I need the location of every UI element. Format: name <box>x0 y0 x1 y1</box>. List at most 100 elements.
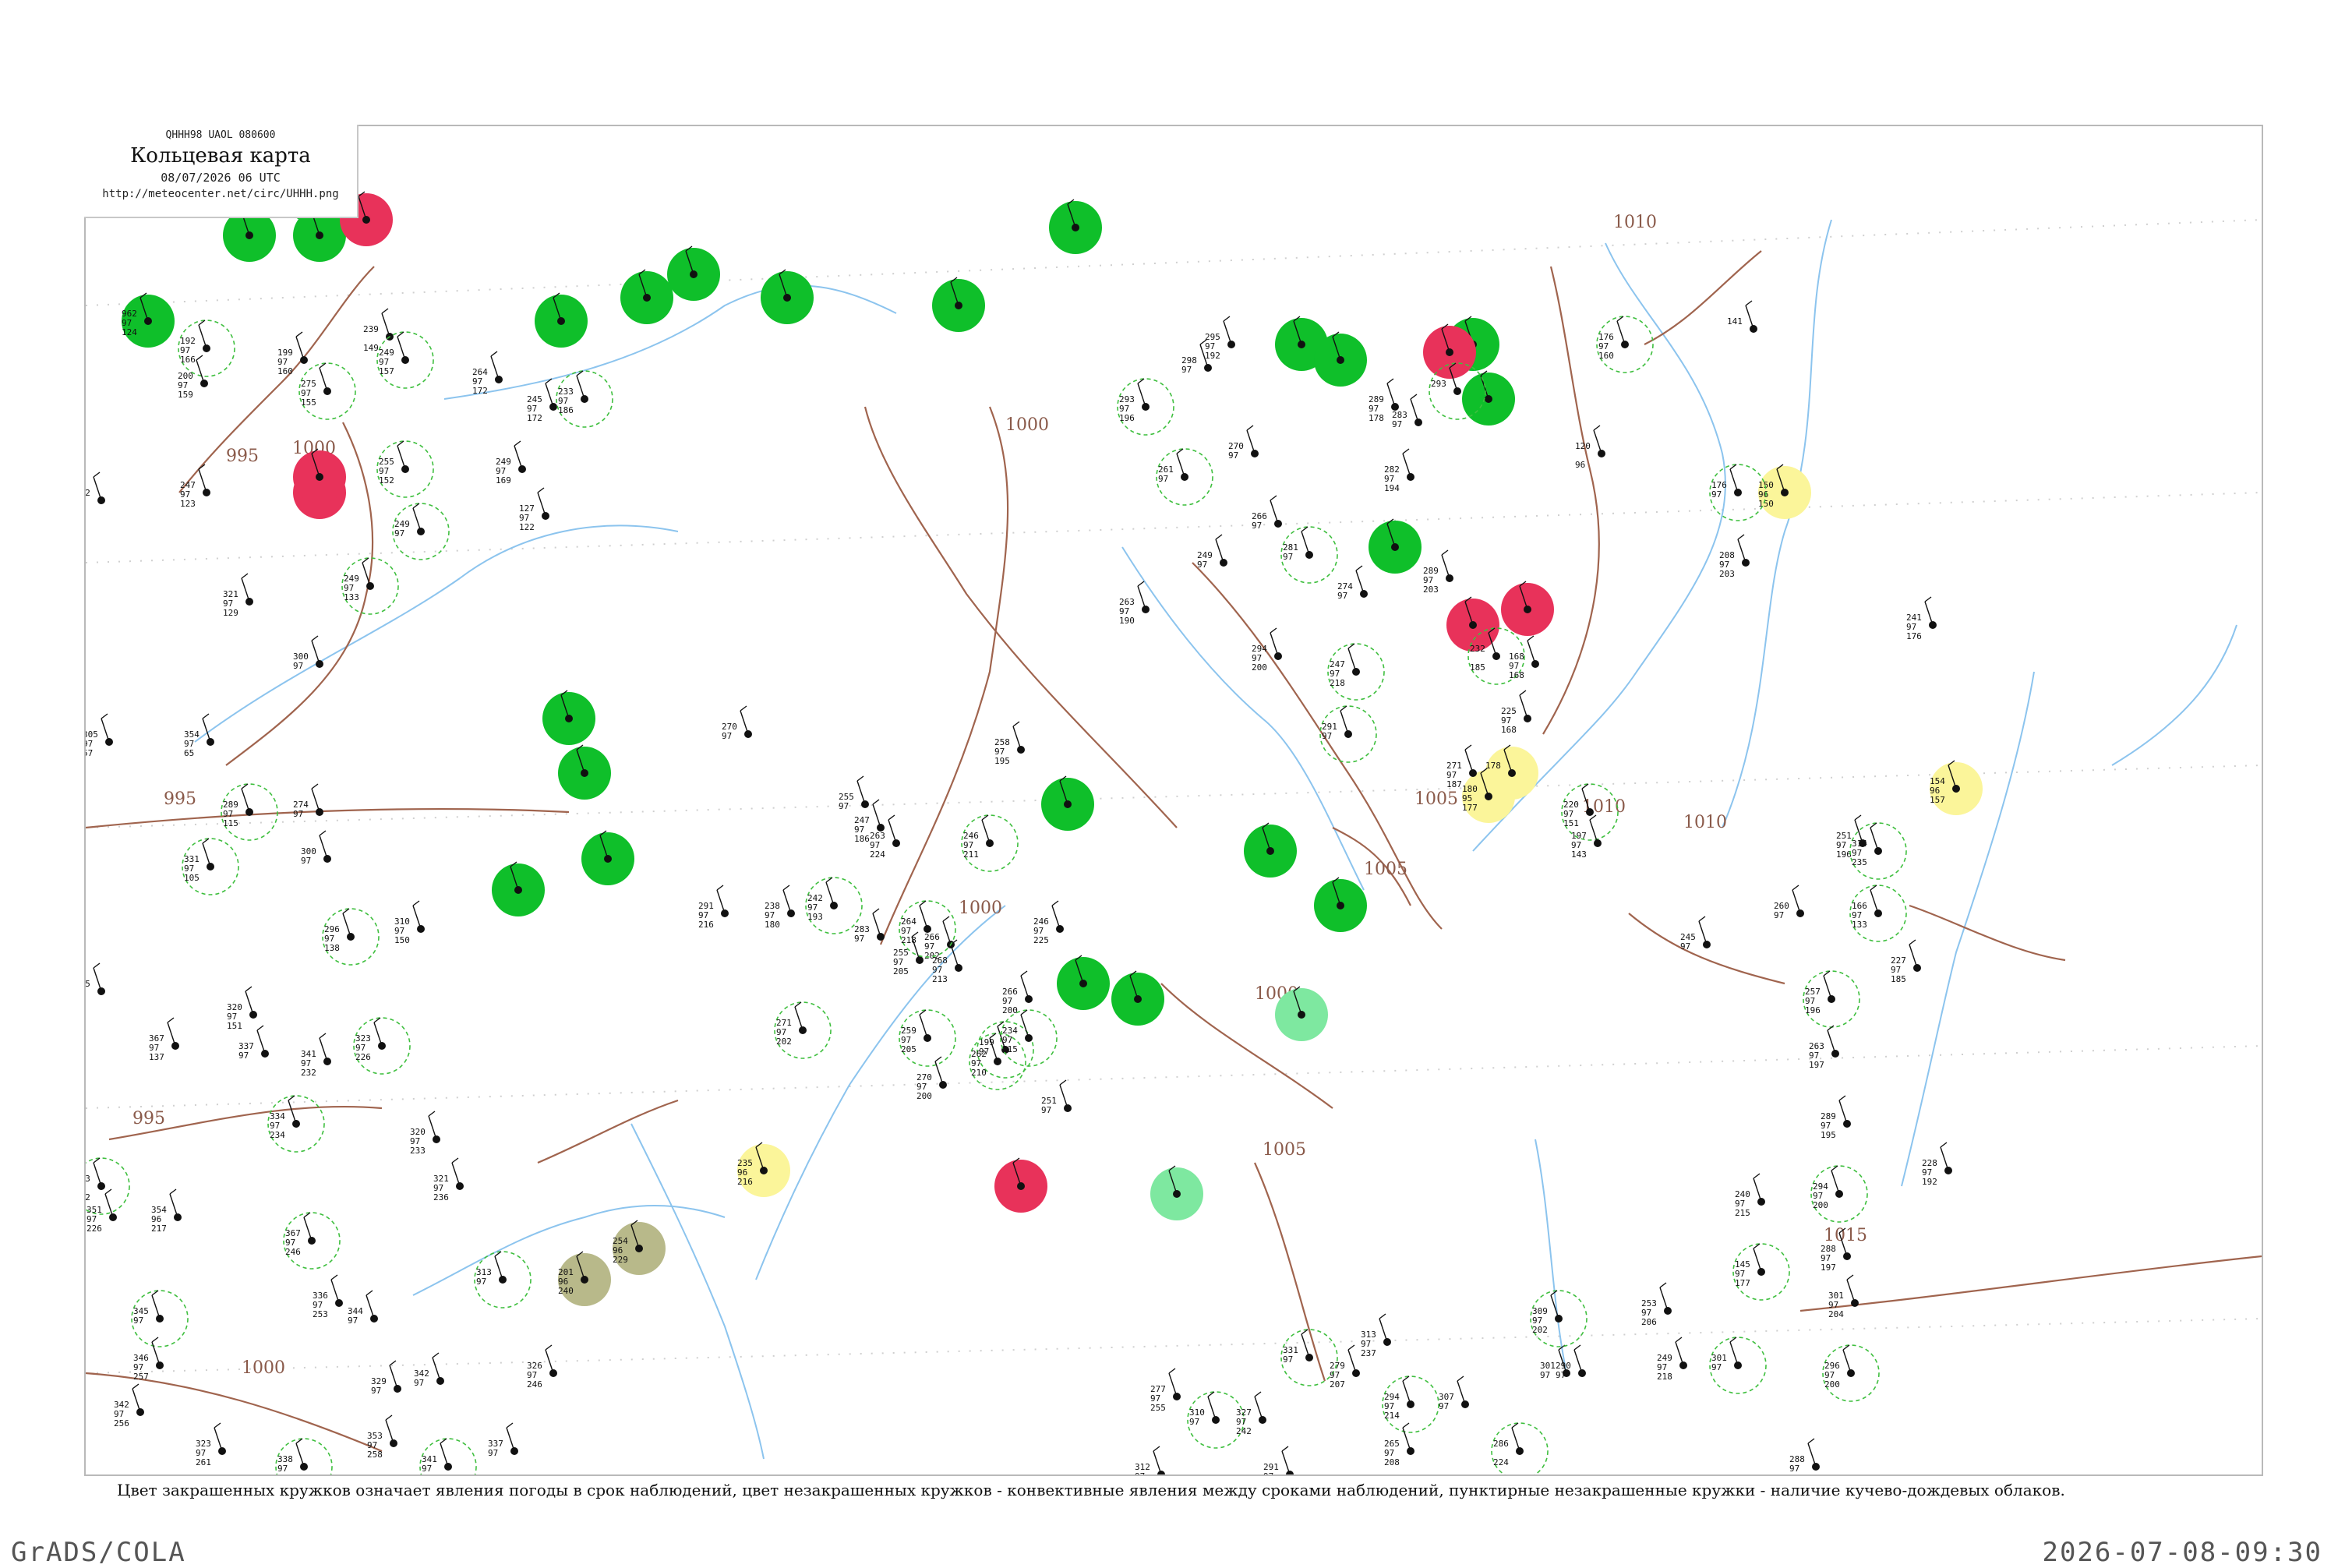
weather-station[interactable]: 27197202 <box>774 1001 832 1059</box>
weather-station[interactable] <box>667 245 720 301</box>
weather-station[interactable]: 30997202 <box>1530 1290 1588 1347</box>
weather-station[interactable]: 24797218 <box>1327 643 1385 701</box>
weather-station[interactable]: 3059757 <box>86 713 113 758</box>
weather-station[interactable] <box>1041 775 1094 831</box>
weather-station[interactable]: 32797242 <box>1236 1391 1266 1436</box>
weather-station[interactable]: 34197 <box>419 1438 477 1474</box>
weather-station[interactable]: 30197 <box>1709 1337 1767 1394</box>
weather-station[interactable] <box>1501 581 1554 636</box>
weather-station[interactable]: 32197236 <box>433 1157 464 1202</box>
weather-station[interactable]: 34697257 <box>133 1337 164 1382</box>
weather-station[interactable]: 24597 <box>1680 916 1711 952</box>
weather-station[interactable]: 25597 <box>839 775 869 811</box>
weather-station[interactable]: 35197226 <box>87 1188 117 1234</box>
weather-station[interactable] <box>1111 970 1164 1026</box>
weather-station[interactable]: 27797255 <box>1150 1368 1181 1413</box>
weather-station[interactable]: 27497 <box>1337 565 1368 601</box>
weather-station[interactable] <box>1057 955 1110 1010</box>
weather-station[interactable]: 15096150 <box>1758 464 1811 519</box>
weather-station[interactable]: 27997207 <box>1330 1344 1360 1390</box>
weather-station[interactable]: 29497214 <box>1382 1376 1439 1433</box>
weather-station[interactable]: 29697200 <box>1822 1344 1880 1402</box>
weather-station[interactable] <box>1462 370 1515 426</box>
weather-station[interactable]: 2429774 <box>86 471 105 517</box>
weather-station[interactable]: 32997 <box>371 1360 401 1396</box>
weather-station[interactable]: 36797246 <box>283 1212 341 1270</box>
weather-station[interactable]: 34497 <box>348 1290 378 1326</box>
weather-station[interactable]: 36797137 <box>149 1017 179 1062</box>
weather-station[interactable]: 27097 <box>1228 425 1259 461</box>
weather-station[interactable] <box>542 690 595 745</box>
weather-station[interactable]: 3549765 <box>184 713 214 758</box>
weather-station[interactable]: 33897 <box>275 1438 333 1474</box>
weather-station[interactable]: 35397258 <box>367 1414 397 1460</box>
map-url[interactable]: http://meteocenter.net/circ/UHHH.png <box>84 188 357 200</box>
weather-station[interactable]: 28997195 <box>1821 1095 1851 1140</box>
weather-station[interactable]: 26397197 <box>1809 1025 1839 1070</box>
weather-station[interactable]: 23897180 <box>765 885 795 930</box>
weather-station[interactable]: 26497172 <box>472 351 503 396</box>
weather-station[interactable]: 22797185 <box>1891 939 1921 984</box>
weather-station[interactable]: 31097150 <box>394 900 425 945</box>
weather-station[interactable]: 141 <box>1727 300 1757 333</box>
weather-station[interactable]: 34597 <box>131 1290 189 1347</box>
weather-station[interactable] <box>535 292 588 348</box>
weather-station[interactable]: 32197129 <box>223 573 253 618</box>
weather-station[interactable]: 31297 <box>1135 1446 1165 1474</box>
weather-station[interactable]: 22597168 <box>1501 690 1531 735</box>
weather-station[interactable]: 29197216 <box>698 885 729 930</box>
weather-station[interactable] <box>1369 518 1422 574</box>
weather-station[interactable]: 27497 <box>293 783 323 819</box>
weather-station[interactable] <box>581 830 634 885</box>
weather-station[interactable]: 26597208 <box>1384 1422 1414 1467</box>
weather-station[interactable] <box>1049 199 1102 254</box>
weather-station[interactable]: 33197105 <box>182 838 239 895</box>
weather-station[interactable]: 25597152 <box>376 440 434 498</box>
weather-station[interactable] <box>492 861 545 916</box>
weather-station[interactable]: 16697133 <box>1849 885 1907 942</box>
weather-station[interactable]: 31397 <box>474 1251 532 1308</box>
weather-station[interactable]: 23596216 <box>737 1142 790 1197</box>
weather-station[interactable]: 28397 <box>854 908 885 944</box>
weather-station[interactable]: 24597172 <box>527 378 557 423</box>
weather-station[interactable]: 24997 <box>392 503 450 560</box>
weather-station[interactable]: 26097 <box>1774 885 1804 920</box>
weather-station[interactable]: 12797122 <box>519 487 549 532</box>
weather-station[interactable]: 29597192 <box>1205 316 1235 361</box>
weather-station[interactable]: 26397224 <box>870 814 900 860</box>
weather-station[interactable]: 24697225 <box>1033 900 1064 945</box>
weather-station[interactable]: 3359789 <box>86 962 105 1008</box>
weather-station[interactable]: 24997133 <box>341 557 399 615</box>
weather-station[interactable]: 25797196 <box>1803 970 1860 1028</box>
weather-station[interactable]: 28897 <box>1789 1438 1820 1474</box>
weather-station[interactable]: 16897168 <box>1509 635 1539 680</box>
weather-station[interactable]: 30797 <box>1439 1376 1469 1411</box>
weather-station[interactable]: 28397 <box>1392 394 1422 429</box>
weather-station[interactable]: 28197 <box>1280 526 1338 584</box>
weather-station[interactable]: 34297256 <box>114 1383 144 1429</box>
weather-station[interactable]: 286 224 <box>1491 1422 1549 1474</box>
weather-station[interactable]: 29497200 <box>1810 1165 1868 1223</box>
weather-station[interactable]: 29697138 <box>322 908 380 966</box>
weather-station[interactable]: 32697246 <box>527 1344 557 1390</box>
weather-station[interactable]: 28297194 <box>1384 448 1414 493</box>
weather-station[interactable]: 32097151 <box>227 986 257 1031</box>
weather-station[interactable]: 19997160 <box>277 331 308 376</box>
weather-station[interactable]: 31397237 <box>1361 1313 1391 1358</box>
weather-station[interactable]: 27097200 <box>916 1056 947 1101</box>
weather-station[interactable]: 239 149 <box>363 308 394 353</box>
weather-station[interactable] <box>620 269 673 324</box>
weather-station[interactable]: 28997203 <box>1423 549 1453 595</box>
weather-station[interactable]: 24997169 <box>496 440 526 486</box>
weather-station[interactable]: 30097 <box>293 635 323 671</box>
weather-station[interactable]: 25496229 <box>613 1220 666 1275</box>
weather-station[interactable]: 27597155 <box>298 362 356 420</box>
weather-station[interactable]: 25897195 <box>994 721 1025 766</box>
weather-station[interactable]: 26697 <box>1252 495 1282 531</box>
weather-station[interactable]: 26297210 <box>969 1033 1026 1090</box>
weather-station[interactable]: 25397206 <box>1641 1282 1672 1327</box>
weather-station[interactable]: 25197 <box>1041 1079 1072 1115</box>
weather-station[interactable]: 29397196 <box>1117 378 1174 436</box>
weather-station[interactable]: 28997115 <box>221 783 278 841</box>
weather-station[interactable]: 20897203 <box>1719 534 1750 579</box>
